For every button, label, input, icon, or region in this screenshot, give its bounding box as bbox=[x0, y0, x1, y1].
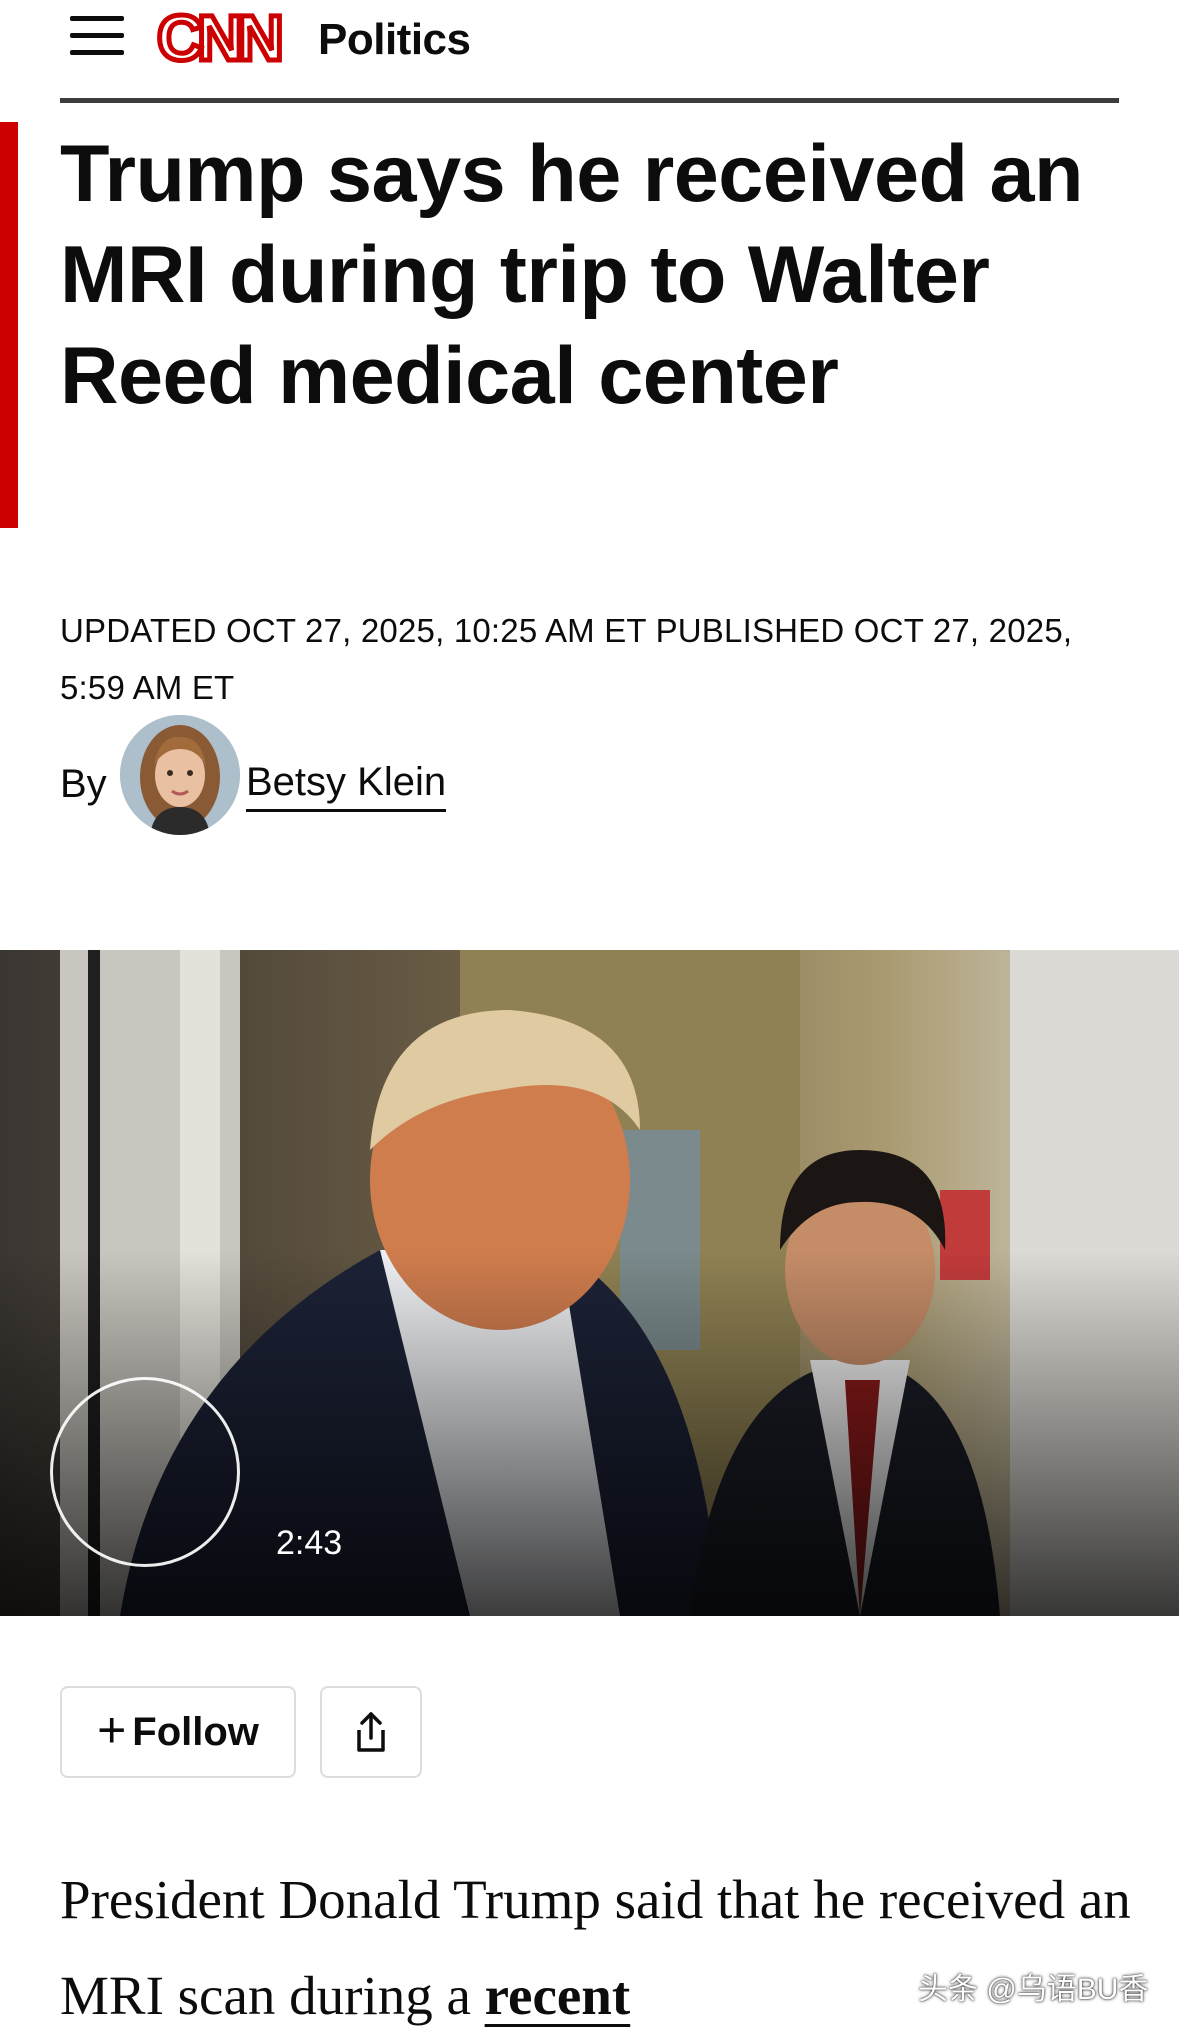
article-headline: Trump says he received an MRI during tri… bbox=[60, 129, 1084, 421]
byline-prefix: By bbox=[60, 762, 107, 806]
video-duration: 2:43 bbox=[276, 1524, 343, 1562]
cnn-logo[interactable]: CNN bbox=[155, 6, 295, 72]
play-ring-icon[interactable] bbox=[50, 1377, 240, 1567]
share-button[interactable] bbox=[320, 1686, 422, 1778]
share-icon bbox=[357, 1712, 385, 1752]
follow-button[interactable]: + Follow bbox=[60, 1686, 296, 1778]
paragraph-link[interactable]: recent bbox=[485, 1965, 631, 2026]
plus-icon: + bbox=[97, 1702, 127, 1758]
header-divider bbox=[60, 98, 1119, 103]
follow-label: Follow bbox=[132, 1710, 259, 1754]
section-title[interactable]: Politics bbox=[318, 12, 471, 68]
author-link[interactable]: Betsy Klein bbox=[246, 757, 447, 812]
headline-accent-bar bbox=[0, 122, 18, 528]
watermark: 头条 @乌语BU香 bbox=[918, 1973, 1149, 2006]
svg-text:CNN: CNN bbox=[157, 6, 279, 72]
menu-icon[interactable] bbox=[70, 16, 124, 56]
article-paragraph: President Donald Trump said that he rece… bbox=[60, 1852, 1140, 2044]
author-avatar[interactable] bbox=[120, 715, 240, 835]
article-timestamp: UPDATED OCT 27, 2025, 10:25 AM ET PUBLIS… bbox=[60, 612, 1073, 706]
